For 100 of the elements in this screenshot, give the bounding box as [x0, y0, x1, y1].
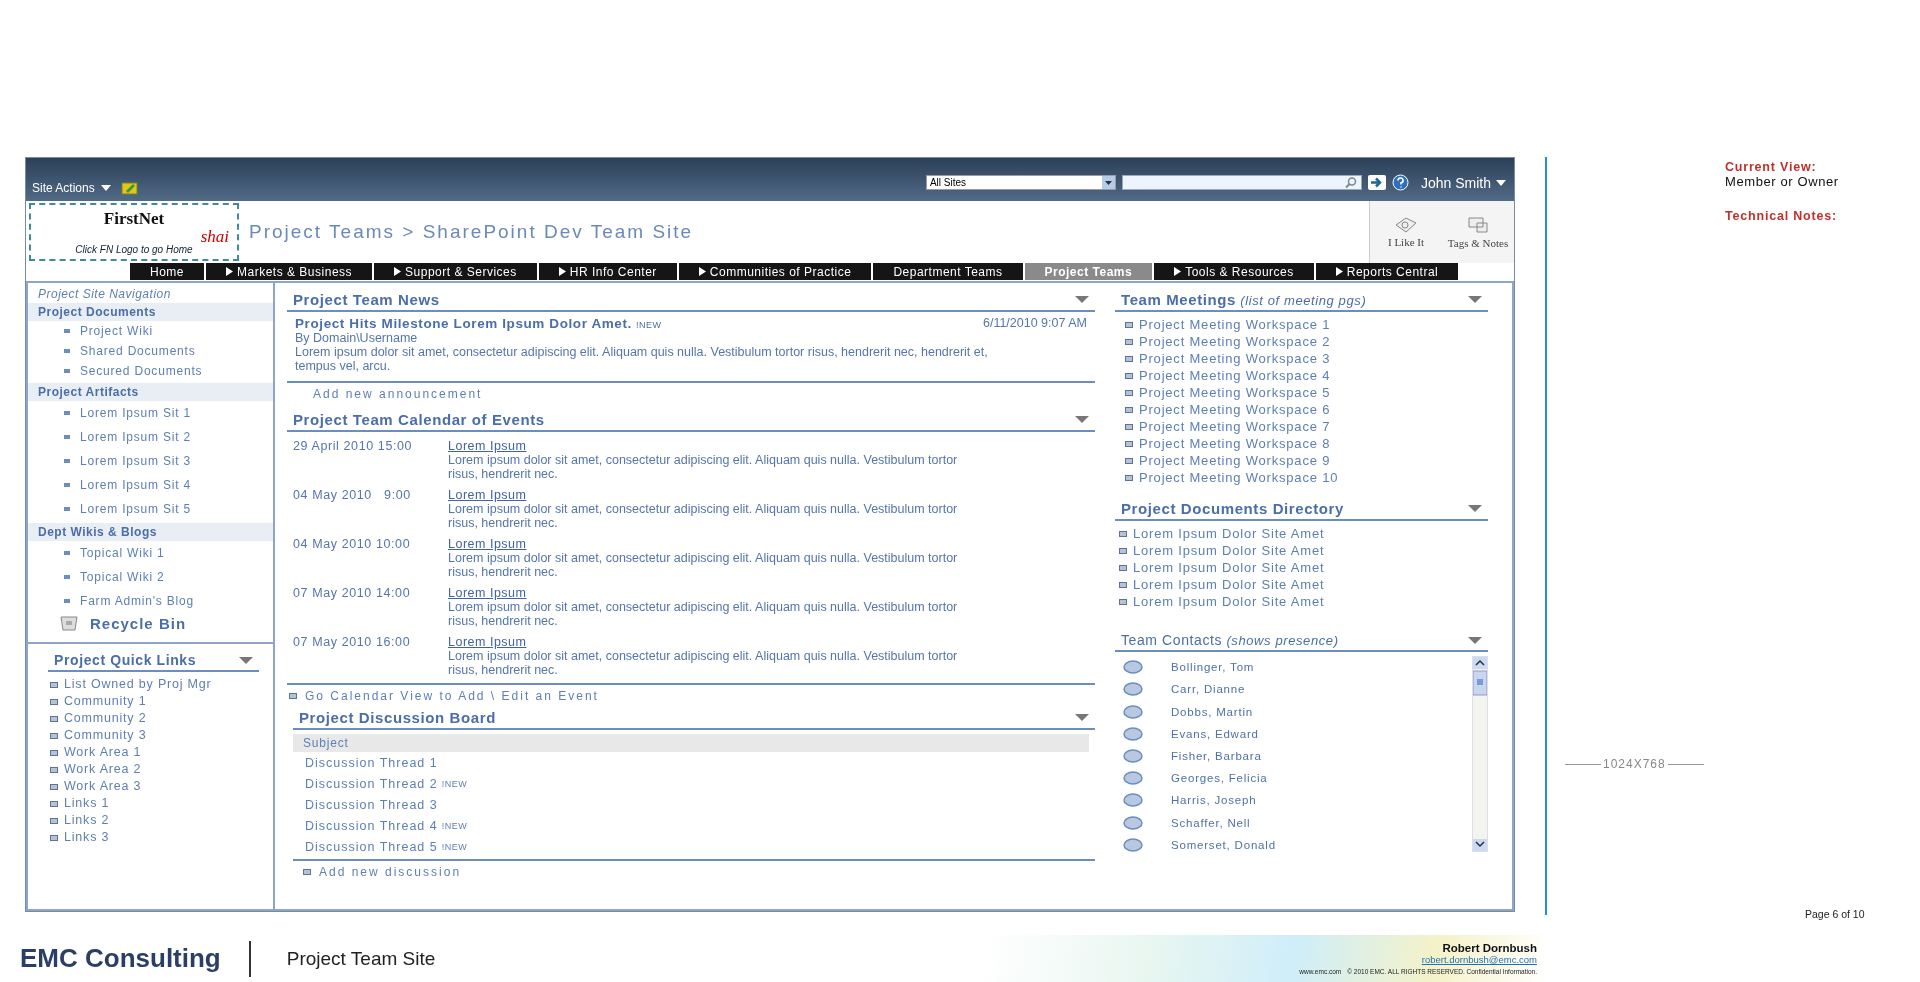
- tags-notes-button[interactable]: Tags & Notes: [1442, 201, 1514, 263]
- discussion-thread[interactable]: Discussion Thread 3: [287, 794, 1095, 815]
- site-logo[interactable]: FirstNet shai Click FN Logo to go Home: [29, 203, 239, 261]
- event-date: 07 May 2010 16:00: [293, 635, 412, 651]
- nav-tab[interactable]: Project Teams: [1024, 263, 1153, 280]
- nav-tab[interactable]: Markets & Business: [206, 263, 373, 280]
- email-link[interactable]: robert.dornbush@emc.com: [1421, 954, 1537, 965]
- nav-tab[interactable]: Communities of Practice: [678, 263, 872, 280]
- presence-icon: [1123, 771, 1143, 786]
- dropdown-caret-icon[interactable]: [1468, 296, 1482, 303]
- bullet-icon: [64, 575, 70, 579]
- dropdown-caret-icon[interactable]: [239, 656, 253, 664]
- document-link[interactable]: Lorem Ipsum Dolor Site Amet: [1117, 576, 1488, 593]
- quick-link[interactable]: Links 3: [48, 829, 259, 846]
- nav-link[interactable]: Topical Wiki 1: [28, 541, 273, 565]
- contact-name[interactable]: Fisher, Barbara: [1171, 750, 1262, 762]
- contact-name[interactable]: Evans, Edward: [1171, 727, 1259, 740]
- meeting-workspace-link[interactable]: Project Meeting Workspace 10: [1123, 469, 1488, 486]
- help-icon[interactable]: [1391, 174, 1409, 191]
- presence-icon: [1123, 793, 1143, 808]
- arrow-icon: [698, 267, 706, 276]
- meeting-workspace-link[interactable]: Project Meeting Workspace 1: [1123, 316, 1488, 333]
- nav-tab[interactable]: Home: [130, 263, 204, 280]
- news-headline[interactable]: Project Hits Milestone Lorem Ipsum Dolor Amet. !NEW: [295, 316, 662, 331]
- quick-link[interactable]: Links 2: [48, 812, 259, 829]
- discussion-thread[interactable]: Discussion Thread 4 !NEW: [287, 815, 1095, 836]
- contact-name[interactable]: Bollinger, Tom: [1171, 661, 1255, 674]
- contact-name[interactable]: Dobbs, Martin: [1171, 705, 1253, 718]
- dropdown-caret-icon[interactable]: [1075, 714, 1089, 721]
- contact-name[interactable]: Georges, Felicia: [1171, 772, 1268, 785]
- quick-link[interactable]: Community 1: [48, 693, 259, 710]
- site-actions-menu[interactable]: Site Actions: [32, 181, 111, 195]
- quick-link[interactable]: Community 2: [48, 710, 259, 727]
- event-link[interactable]: Lorem Ipsum: [448, 537, 527, 551]
- scope-dropdown[interactable]: All Sites: [925, 175, 1116, 190]
- edit-page-icon[interactable]: [120, 181, 139, 195]
- search-icon[interactable]: [1344, 177, 1357, 188]
- nav-tab[interactable]: Reports Central: [1315, 263, 1459, 280]
- discussion-thread[interactable]: Discussion Thread 5 !NEW: [287, 836, 1095, 857]
- contact-name[interactable]: Carr, Dianne: [1171, 683, 1246, 696]
- dropdown-caret-icon[interactable]: [1075, 416, 1089, 423]
- add-announcement-link[interactable]: Add new announcement: [313, 387, 1095, 401]
- recycle-bin-link[interactable]: Recycle Bin: [28, 615, 273, 632]
- nav-tab[interactable]: Department Teams: [873, 263, 1023, 280]
- discussion-thread[interactable]: Discussion Thread 1: [287, 752, 1095, 773]
- quick-link[interactable]: Links 1: [48, 795, 259, 812]
- resolution-label: 1024X768: [1603, 757, 1666, 771]
- meeting-workspace-link[interactable]: Project Meeting Workspace 6: [1123, 401, 1488, 418]
- document-link[interactable]: Lorem Ipsum Dolor Site Amet: [1117, 593, 1488, 610]
- meeting-workspace-link[interactable]: Project Meeting Workspace 2: [1123, 333, 1488, 350]
- nav-link[interactable]: Shared Documents: [28, 341, 273, 361]
- dropdown-caret-icon[interactable]: [1075, 296, 1089, 303]
- bullet-icon: [1125, 321, 1133, 328]
- nav-link[interactable]: Lorem Ipsum Sit 1: [28, 401, 273, 425]
- nav-tab[interactable]: Support & Services: [374, 263, 537, 280]
- nav-link[interactable]: Lorem Ipsum Sit 4: [28, 473, 273, 497]
- add-discussion-link[interactable]: Add new discussion: [303, 865, 1095, 879]
- section-title: Project Quick Links: [54, 652, 197, 668]
- meeting-workspace-link[interactable]: Project Meeting Workspace 7: [1123, 418, 1488, 435]
- event-link[interactable]: Lorem Ipsum: [448, 586, 527, 600]
- meeting-workspace-link[interactable]: Project Meeting Workspace 5: [1123, 384, 1488, 401]
- contact-name[interactable]: Harris, Joseph: [1171, 794, 1257, 807]
- nav-link[interactable]: Project Wiki: [28, 321, 273, 341]
- nav-heading[interactable]: Dept Wikis & Blogs: [28, 523, 273, 541]
- discussion-thread[interactable]: Discussion Thread 2 !NEW: [287, 773, 1095, 794]
- document-link[interactable]: Lorem Ipsum Dolor Site Amet: [1117, 525, 1488, 542]
- calendar-view-link[interactable]: Go Calendar View to Add \ Edit an Event: [289, 689, 1095, 703]
- nav-link[interactable]: Lorem Ipsum Sit 2: [28, 425, 273, 449]
- nav-tab[interactable]: Tools & Resources: [1154, 263, 1314, 280]
- nav-heading[interactable]: Project Documents: [28, 303, 273, 321]
- nav-link[interactable]: Secured Documents: [28, 361, 273, 381]
- meeting-workspace-link[interactable]: Project Meeting Workspace 4: [1123, 367, 1488, 384]
- search-field[interactable]: [1121, 175, 1362, 190]
- bullet-icon: [1125, 440, 1133, 447]
- like-button[interactable]: I Like It: [1370, 201, 1442, 263]
- meeting-workspace-link[interactable]: Project Meeting Workspace 8: [1123, 435, 1488, 452]
- dropdown-caret-icon[interactable]: [1468, 636, 1482, 644]
- nav-link[interactable]: Topical Wiki 2: [28, 565, 273, 589]
- quick-link[interactable]: Work Area 3: [48, 778, 259, 795]
- scrollbar[interactable]: [1472, 656, 1488, 852]
- quick-link[interactable]: Community 3: [48, 727, 259, 744]
- event-link[interactable]: Lorem Ipsum: [448, 439, 527, 453]
- nav-link[interactable]: Lorem Ipsum Sit 5: [28, 497, 273, 521]
- event-link[interactable]: Lorem Ipsum: [448, 635, 527, 649]
- document-link[interactable]: Lorem Ipsum Dolor Site Amet: [1117, 559, 1488, 576]
- meeting-workspace-link[interactable]: Project Meeting Workspace 3: [1123, 350, 1488, 367]
- quick-link[interactable]: Work Area 2: [48, 761, 259, 778]
- user-menu[interactable]: John Smith: [1420, 174, 1506, 191]
- contact-name[interactable]: Schaffer, Nell: [1171, 816, 1251, 829]
- nav-link[interactable]: Lorem Ipsum Sit 3: [28, 449, 273, 473]
- document-link[interactable]: Lorem Ipsum Dolor Site Amet: [1117, 542, 1488, 559]
- dropdown-caret-icon[interactable]: [1468, 505, 1482, 512]
- nav-tab[interactable]: HR Info Center: [538, 263, 677, 280]
- contact-name[interactable]: Somerset, Donald: [1171, 838, 1276, 851]
- event-link[interactable]: Lorem Ipsum: [448, 488, 527, 502]
- nav-link[interactable]: Farm Admin's Blog: [28, 589, 273, 613]
- quick-link[interactable]: Work Area 1: [48, 744, 259, 761]
- quick-link[interactable]: List Owned by Proj Mgr: [48, 676, 259, 693]
- meeting-workspace-link[interactable]: Project Meeting Workspace 9: [1123, 452, 1488, 469]
- nav-heading[interactable]: Project Artifacts: [28, 383, 273, 401]
